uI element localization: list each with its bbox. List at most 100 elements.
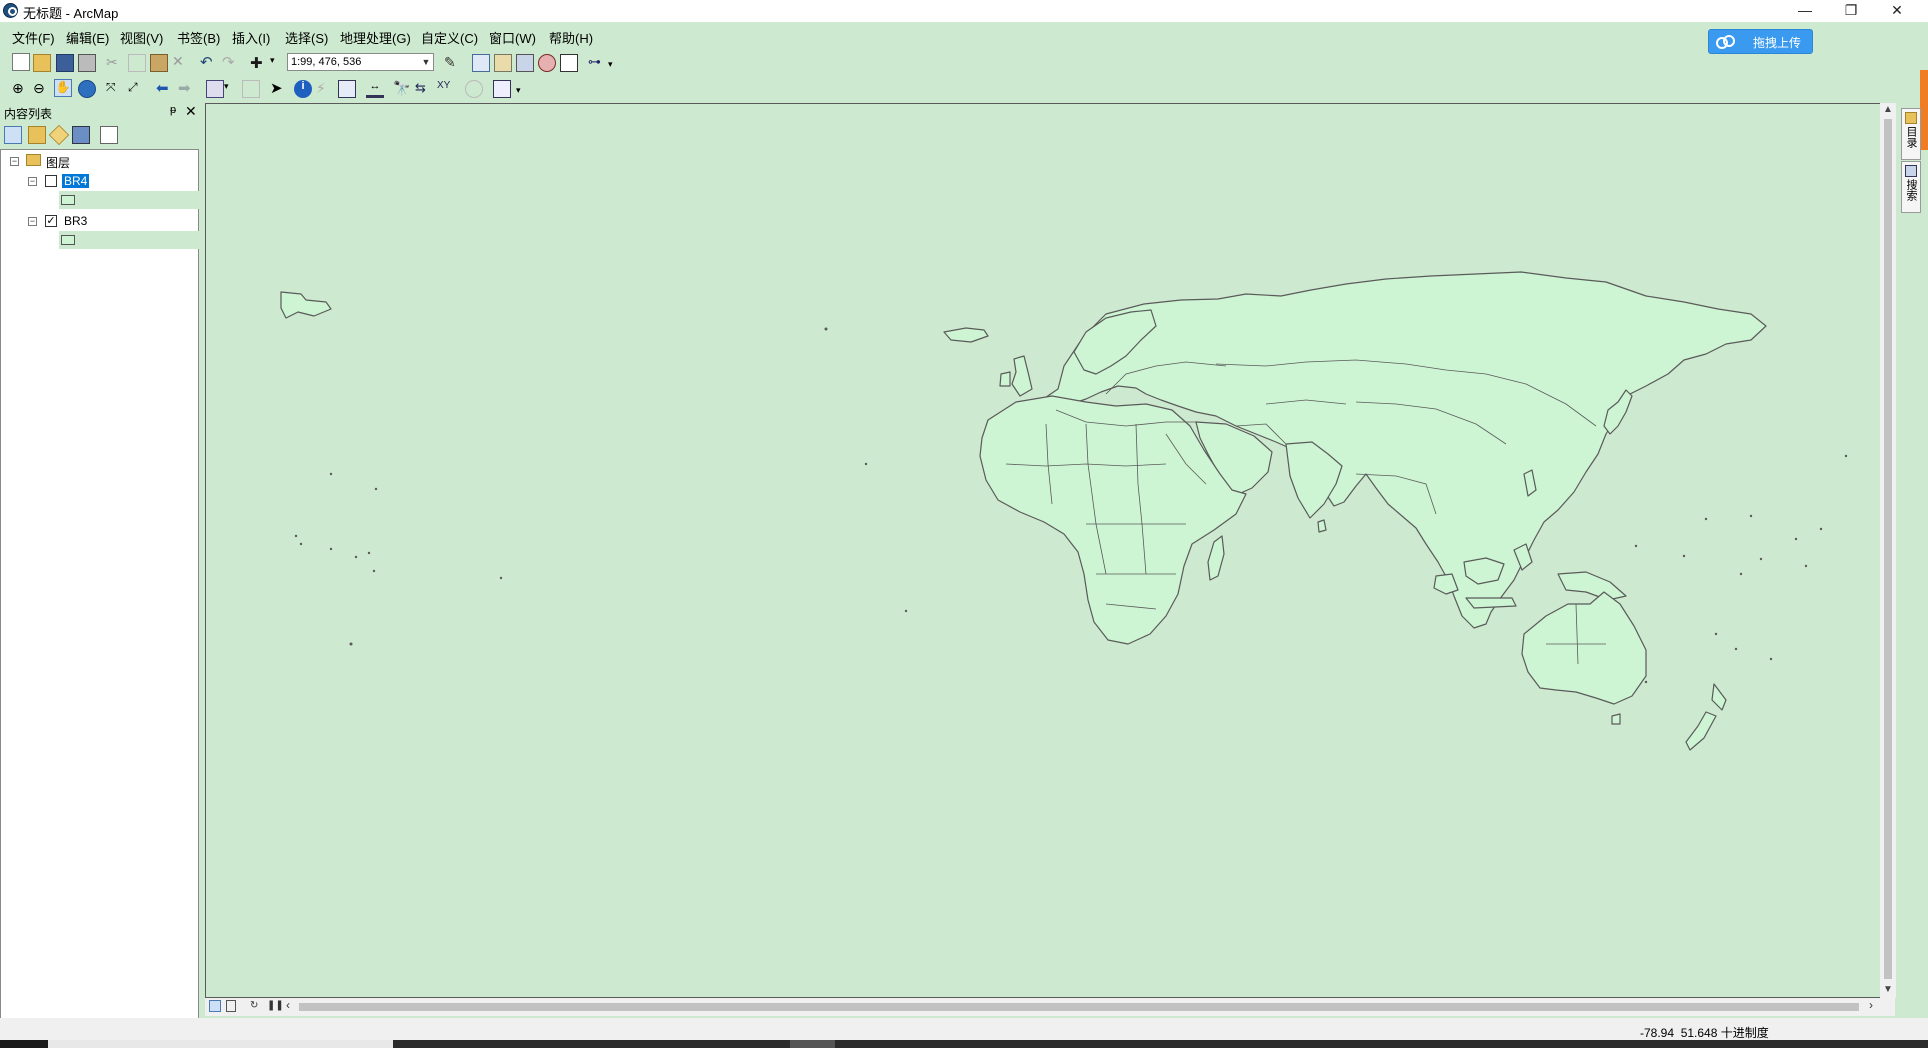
minimize-button[interactable]: — bbox=[1782, 0, 1828, 22]
island-dot bbox=[1682, 554, 1686, 558]
toc-options-icon[interactable] bbox=[100, 126, 118, 144]
open-icon[interactable] bbox=[33, 54, 51, 72]
select-dropdown-icon[interactable]: ▾ bbox=[224, 81, 242, 99]
print-icon[interactable] bbox=[78, 54, 96, 72]
editor-toolbar-icon[interactable]: ✎ bbox=[444, 54, 462, 72]
close-button[interactable]: ✕ bbox=[1874, 0, 1920, 22]
layout-view-icon[interactable] bbox=[226, 1000, 236, 1012]
refresh-icon[interactable]: ↻ bbox=[250, 1000, 258, 1011]
create-viewer-icon[interactable] bbox=[493, 80, 511, 98]
menu-customize[interactable]: 自定义(C) bbox=[421, 28, 478, 47]
scroll-right-icon[interactable]: › bbox=[1869, 998, 1873, 1012]
find-icon[interactable]: 🔭 bbox=[393, 80, 411, 98]
table-of-contents-icon[interactable] bbox=[472, 54, 490, 72]
undo-icon[interactable]: ↶ bbox=[200, 53, 218, 71]
back-arrow-icon[interactable]: ⬅ bbox=[156, 79, 174, 97]
go-to-xy-icon[interactable]: XY bbox=[437, 80, 455, 98]
list-by-visibility-icon[interactable] bbox=[48, 124, 70, 146]
toolbar-options-icon[interactable]: ▾ bbox=[516, 85, 534, 103]
forward-arrow-icon[interactable]: ➡ bbox=[178, 79, 196, 97]
data-view-icon[interactable] bbox=[209, 1000, 221, 1012]
menu-insert[interactable]: 插入(I) bbox=[232, 28, 270, 47]
polygon-symbol-patch[interactable] bbox=[61, 235, 75, 245]
identify-icon[interactable]: i bbox=[294, 80, 312, 98]
layer-row-br4[interactable]: − BR4 bbox=[1, 173, 191, 189]
layer-row-br3[interactable]: − ✓ BR3 bbox=[1, 213, 191, 229]
redo-icon[interactable]: ↷ bbox=[222, 53, 240, 71]
collapse-icon[interactable]: − bbox=[28, 217, 37, 226]
search-window-icon[interactable] bbox=[516, 54, 534, 72]
list-by-drawing-order-icon[interactable] bbox=[4, 126, 22, 144]
model-builder-icon[interactable]: ⊶ bbox=[588, 54, 606, 72]
find-route-icon[interactable]: ⇆ bbox=[415, 80, 433, 98]
menu-file[interactable]: 文件(F) bbox=[12, 28, 55, 47]
scroll-thumb[interactable] bbox=[1884, 119, 1892, 979]
drag-upload-button[interactable]: 拖拽上传 bbox=[1708, 29, 1813, 54]
horizontal-scroll-thumb[interactable] bbox=[299, 1003, 1859, 1011]
chevron-down-icon[interactable]: ▼ bbox=[419, 54, 433, 70]
layer-visibility-checkbox[interactable] bbox=[45, 175, 57, 187]
full-extent-icon[interactable] bbox=[78, 80, 96, 98]
polygon-symbol-patch[interactable] bbox=[61, 195, 75, 205]
clear-selection-icon[interactable] bbox=[242, 80, 260, 98]
toolbar-options-icon[interactable]: ▾ bbox=[608, 59, 626, 77]
menu-help[interactable]: 帮助(H) bbox=[549, 28, 593, 47]
time-slider-icon[interactable] bbox=[465, 80, 483, 98]
map-vertical-scrollbar[interactable]: ▲ ▼ bbox=[1880, 103, 1896, 998]
catalog-icon[interactable] bbox=[494, 54, 512, 72]
add-data-dropdown-icon[interactable]: ▾ bbox=[270, 55, 288, 73]
hyperlink-icon[interactable]: ⚡ bbox=[316, 80, 334, 98]
list-by-source-icon[interactable] bbox=[28, 126, 46, 144]
arctoolbox-icon[interactable] bbox=[538, 54, 556, 72]
restore-button[interactable]: ❐ bbox=[1828, 0, 1874, 22]
select-features-icon[interactable] bbox=[206, 80, 224, 98]
layer-visibility-checkbox[interactable]: ✓ bbox=[45, 215, 57, 227]
island-dot bbox=[1804, 564, 1808, 568]
html-popup-icon[interactable] bbox=[338, 80, 356, 98]
pause-drawing-icon[interactable]: ❚❚ bbox=[267, 1000, 284, 1011]
catalog-dock-tab[interactable]: 目录 bbox=[1901, 108, 1921, 160]
taskbar-segment bbox=[790, 1040, 835, 1048]
menu-bookmarks[interactable]: 书签(B) bbox=[177, 28, 220, 47]
island-dot bbox=[354, 555, 358, 559]
collapse-icon[interactable]: − bbox=[28, 177, 37, 186]
scroll-left-icon[interactable]: ‹ bbox=[286, 998, 290, 1012]
measure-icon[interactable]: ↔ bbox=[366, 80, 384, 98]
zoom-in-icon[interactable]: ⊕ bbox=[12, 80, 30, 98]
save-icon[interactable] bbox=[56, 54, 74, 72]
menu-edit[interactable]: 编辑(E) bbox=[66, 28, 109, 47]
scroll-down-icon[interactable]: ▼ bbox=[1880, 983, 1896, 997]
layer-name-br4[interactable]: BR4 bbox=[62, 174, 90, 188]
delete-icon[interactable]: ✕ bbox=[172, 53, 190, 71]
fixed-zoom-out-icon[interactable]: ⤢ bbox=[128, 80, 146, 98]
layer-name-br3[interactable]: BR3 bbox=[62, 214, 89, 228]
paste-icon[interactable] bbox=[150, 54, 168, 72]
map-scale-combo[interactable]: 1:99, 476, 536 ▼ bbox=[287, 53, 434, 71]
search-dock-tab[interactable]: 搜索 bbox=[1901, 161, 1921, 213]
pan-icon[interactable]: ✋ bbox=[54, 79, 72, 97]
menu-geoprocessing[interactable]: 地理处理(G) bbox=[340, 28, 411, 47]
right-dock: 目录 搜索 bbox=[1900, 103, 1922, 213]
island-dot bbox=[294, 534, 298, 538]
layers-root-row[interactable]: − 图层 bbox=[1, 153, 191, 170]
layers-folder-icon bbox=[26, 154, 41, 166]
layer-symbol-row-br4 bbox=[59, 191, 199, 209]
menu-view[interactable]: 视图(V) bbox=[120, 28, 163, 47]
fixed-zoom-in-icon[interactable]: ⤧ bbox=[106, 80, 124, 98]
toc-close-icon[interactable]: ✕ bbox=[185, 103, 197, 120]
zoom-out-icon[interactable]: ⊖ bbox=[33, 80, 51, 98]
collapse-icon[interactable]: − bbox=[10, 157, 19, 166]
island-dot bbox=[904, 609, 908, 613]
list-by-selection-icon[interactable] bbox=[72, 126, 90, 144]
new-document-icon[interactable] bbox=[12, 53, 30, 71]
menu-selection[interactable]: 选择(S) bbox=[285, 28, 328, 47]
cut-icon[interactable]: ✂ bbox=[106, 54, 124, 72]
map-display[interactable] bbox=[205, 103, 1882, 998]
copy-icon[interactable] bbox=[128, 54, 146, 72]
add-data-icon[interactable]: ✚ bbox=[250, 54, 268, 72]
scroll-up-icon[interactable]: ▲ bbox=[1880, 103, 1896, 117]
pin-icon[interactable]: ᵽ bbox=[170, 104, 176, 116]
select-elements-icon[interactable]: ➤ bbox=[270, 79, 288, 97]
python-window-icon[interactable] bbox=[560, 54, 578, 72]
menu-windows[interactable]: 窗口(W) bbox=[489, 28, 536, 47]
